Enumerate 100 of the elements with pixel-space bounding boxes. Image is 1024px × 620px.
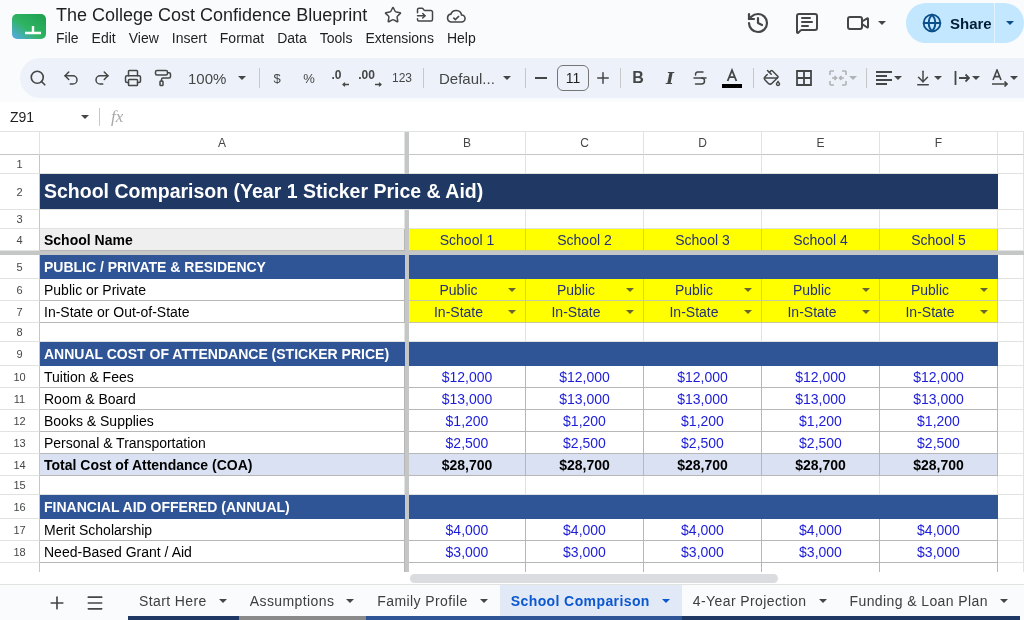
menu-item[interactable]: Extensions	[365, 28, 434, 48]
dropdown-cell[interactable]: In-State	[526, 301, 644, 323]
sheet-tab[interactable]: Start Here	[128, 585, 239, 620]
menu-item[interactable]: View	[128, 28, 159, 48]
sheet-tab[interactable]: Family Profile	[366, 585, 500, 620]
row-number: 9	[0, 342, 40, 366]
caret-icon	[238, 76, 246, 80]
italic-button[interactable]: I	[656, 64, 684, 92]
printer-icon	[124, 69, 142, 87]
horizontal-scrollbar[interactable]	[410, 573, 778, 583]
font-dropdown[interactable]: Defaul...	[429, 64, 519, 92]
column-header: A	[40, 132, 405, 155]
table-cell: School 5	[880, 229, 998, 251]
table-cell: $28,700	[880, 454, 998, 476]
dropdown-cell[interactable]: In-State	[409, 301, 526, 323]
table-cell: $13,000	[880, 388, 998, 410]
number-format-button[interactable]: 123	[388, 64, 416, 92]
row-number: 1	[0, 155, 40, 174]
row-number: 4	[0, 229, 40, 251]
globe-icon	[922, 13, 942, 33]
table-cell: $13,000	[762, 388, 880, 410]
search-icon	[29, 69, 47, 87]
table-cell: Personal & Transportation	[40, 432, 405, 454]
caret-icon	[849, 76, 857, 80]
dropdown-cell[interactable]: Public	[762, 279, 880, 301]
fx-label: fx	[111, 106, 124, 127]
percent-format-button[interactable]: %	[295, 64, 323, 92]
table-cell: $12,000	[409, 366, 526, 388]
section-heading: PUBLIC / PRIVATE & RESIDENCY	[40, 255, 405, 279]
dropdown-cell[interactable]: Public	[526, 279, 644, 301]
table-cell: Tuition & Fees	[40, 366, 405, 388]
table-cell: In-State or Out-of-State	[40, 301, 405, 323]
table-cell: $12,000	[644, 366, 762, 388]
row-number: 6	[0, 279, 40, 301]
caret-icon	[503, 76, 511, 80]
caret-icon	[661, 598, 670, 603]
menu-item[interactable]: Tools	[319, 28, 353, 48]
caret-icon	[479, 598, 488, 603]
table-cell: $3,000	[526, 541, 644, 563]
menu-item[interactable]: Data	[277, 28, 307, 48]
row-number: 7	[0, 301, 40, 323]
table-cell: $12,000	[762, 366, 880, 388]
save-status-button[interactable]	[446, 7, 467, 23]
sheet-tab[interactable]: Assumptions	[238, 585, 367, 620]
column-header: F	[880, 132, 998, 155]
menu-item[interactable]: Format	[219, 28, 265, 48]
name-box-field[interactable]: Z91	[0, 104, 93, 129]
star-button[interactable]	[384, 6, 403, 24]
font-size-field[interactable]: 11	[557, 65, 589, 91]
redo-icon	[93, 69, 111, 87]
row-number: 2	[0, 174, 40, 210]
caret-icon	[626, 287, 634, 292]
row-number: 18	[0, 541, 40, 563]
menu-item[interactable]: Edit	[91, 28, 116, 48]
document-title[interactable]: The College Cost Confidence Blueprint	[56, 4, 368, 26]
dropdown-cell[interactable]: Public	[409, 279, 526, 301]
caret-icon	[999, 598, 1008, 603]
caret-icon	[980, 309, 988, 314]
column-header: B	[409, 132, 526, 155]
menu-item[interactable]: File	[56, 28, 79, 48]
table-cell: $4,000	[644, 519, 762, 541]
caret-icon	[81, 114, 89, 119]
table-cell: Total Cost of Attendance (COA)	[40, 454, 405, 476]
row-number: 13	[0, 432, 40, 454]
paint-roller-icon	[154, 69, 172, 87]
caret-icon	[934, 76, 942, 80]
menu-item[interactable]: Help	[446, 28, 476, 48]
caret-icon	[1005, 21, 1014, 25]
column-header: E	[762, 132, 880, 155]
decrease-decimals-button[interactable]: .0	[325, 64, 355, 92]
dropdown-cell[interactable]: Public	[644, 279, 762, 301]
caret-icon	[346, 598, 355, 603]
table-cell: $2,500	[880, 432, 998, 454]
history-icon	[746, 11, 770, 35]
dropdown-cell[interactable]: In-State	[762, 301, 880, 323]
caret-icon	[508, 287, 516, 292]
dropdown-cell[interactable]: In-State	[880, 301, 998, 323]
dropdown-cell[interactable]: Public	[880, 279, 998, 301]
sheet-tab[interactable]: 4-Year Projection	[681, 585, 839, 620]
menu-item[interactable]: Insert	[171, 28, 207, 48]
currency-format-button[interactable]: $	[263, 64, 291, 92]
section-heading: FINANCIAL AID OFFERED (ANNUAL)	[40, 495, 405, 519]
align-bottom-icon	[914, 69, 932, 87]
table-cell: $28,700	[762, 454, 880, 476]
sheet-tab[interactable]: Funding & Loan Plan	[838, 585, 1020, 620]
merge-cells-icon	[829, 70, 847, 86]
sheet-tab[interactable]: School Comparison	[499, 585, 682, 620]
table-cell: School Name	[40, 229, 405, 251]
share-button[interactable]: Share	[906, 3, 994, 43]
table-cell: $1,200	[409, 410, 526, 432]
move-button[interactable]	[416, 6, 435, 24]
table-cell: School 4	[762, 229, 880, 251]
comment-icon	[795, 11, 819, 35]
plus-icon	[594, 69, 612, 87]
bold-button[interactable]: B	[624, 64, 652, 92]
zoom-dropdown[interactable]: 100%	[178, 64, 254, 92]
table-cell: $4,000	[762, 519, 880, 541]
dropdown-cell[interactable]: In-State	[644, 301, 762, 323]
table-cell: $12,000	[880, 366, 998, 388]
increase-decimals-button[interactable]: .00	[355, 64, 385, 92]
